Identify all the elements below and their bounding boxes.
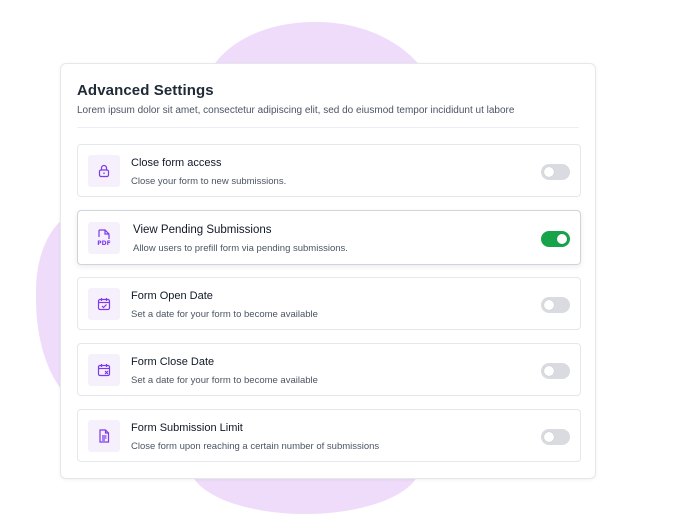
setting-description: Close form upon reaching a certain numbe… bbox=[131, 441, 380, 452]
setting-title: View Pending Submissions bbox=[133, 224, 272, 236]
svg-text:PDF: PDF bbox=[97, 240, 110, 247]
setting-title: Form Open Date bbox=[131, 290, 213, 302]
form-submission-limit-toggle[interactable] bbox=[541, 429, 570, 445]
advanced-settings-card: Advanced Settings Lorem ipsum dolor sit … bbox=[60, 63, 596, 479]
setting-description: Set a date for your form to become avail… bbox=[131, 375, 318, 386]
calendar-x-icon bbox=[88, 354, 120, 386]
form-open-date-toggle[interactable] bbox=[541, 297, 570, 313]
card-subtitle: Lorem ipsum dolor sit amet, consectetur … bbox=[77, 105, 515, 116]
setting-title: Close form access bbox=[131, 157, 222, 169]
setting-row-view-pending-submissions: PDF View Pending Submissions Allow users… bbox=[77, 210, 581, 265]
close-form-access-toggle[interactable] bbox=[541, 164, 570, 180]
divider bbox=[77, 127, 579, 128]
card-title: Advanced Settings bbox=[77, 82, 214, 99]
setting-row-form-open-date: Form Open Date Set a date for your form … bbox=[77, 277, 581, 330]
setting-row-form-submission-limit: Form Submission Limit Close form upon re… bbox=[77, 409, 581, 462]
document-list-icon bbox=[88, 420, 120, 452]
setting-row-close-form-access: Close form access Close your form to new… bbox=[77, 144, 581, 197]
setting-description: Close your form to new submissions. bbox=[131, 176, 287, 187]
lock-icon bbox=[88, 155, 120, 187]
setting-title: Form Submission Limit bbox=[131, 422, 243, 434]
setting-title: Form Close Date bbox=[131, 356, 215, 368]
form-close-date-toggle[interactable] bbox=[541, 363, 570, 379]
view-pending-submissions-toggle[interactable] bbox=[541, 231, 570, 247]
setting-description: Set a date for your form to become avail… bbox=[131, 309, 318, 320]
setting-row-form-close-date: Form Close Date Set a date for your form… bbox=[77, 343, 581, 396]
setting-description: Allow users to prefill form via pending … bbox=[133, 243, 348, 254]
pdf-file-icon: PDF bbox=[88, 222, 120, 254]
calendar-check-icon bbox=[88, 288, 120, 320]
